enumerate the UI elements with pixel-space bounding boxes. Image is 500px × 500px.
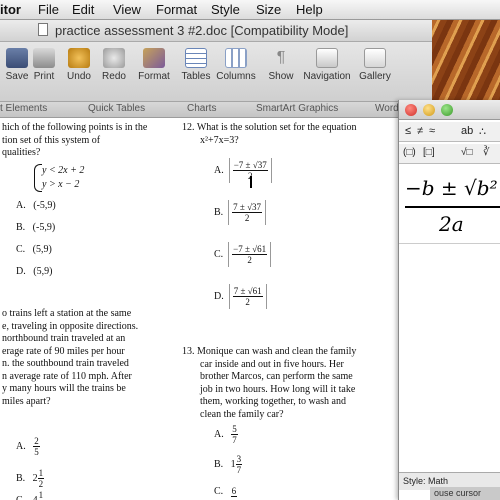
columns-icon <box>225 48 247 68</box>
elements-ribbon: t Elements Quick Tables Charts SmartArt … <box>0 102 432 118</box>
fraction-bar <box>405 206 500 208</box>
system-brace <box>34 164 42 192</box>
window-titlebar: practice assessment 3 #2.doc [Compatibil… <box>0 20 432 42</box>
tab-quick-tables[interactable]: Quick Tables <box>88 103 145 114</box>
choice-c[interactable]: C. 412 <box>16 490 44 500</box>
document-icon <box>38 23 48 36</box>
cursor-tooltip: ouse cursor <box>430 487 500 500</box>
format-button[interactable]: Format <box>136 48 172 82</box>
menu-size[interactable]: Size <box>256 2 281 17</box>
text-cursor <box>250 176 252 188</box>
question-12-stem: 12. What is the solution set for the equ… <box>182 122 357 146</box>
cbrt-template[interactable]: ∛ <box>483 147 489 158</box>
equation-edit-area[interactable]: −b ± √b² − 2a <box>399 170 500 244</box>
choice-a[interactable]: A. −7 ± √372 <box>214 158 272 183</box>
parens-template[interactable]: (□) <box>403 147 416 158</box>
template-palette-row: (□) [□] √□ ∛ <box>399 144 500 164</box>
redo-icon <box>103 48 125 68</box>
zoom-button[interactable] <box>441 104 453 116</box>
menu-help[interactable]: Help <box>296 2 323 17</box>
gallery-button[interactable]: Gallery <box>356 48 394 82</box>
format-painter-icon <box>143 48 165 68</box>
symbol-palette-row: ≤ ≠ ≈ ab ∴ <box>399 122 500 142</box>
menu-view[interactable]: View <box>113 2 141 17</box>
navigation-icon <box>316 48 338 68</box>
question-stem: hich of the following points is in the t… <box>2 122 148 158</box>
inequality-1: y < 2x + 2 <box>42 165 85 176</box>
choice-b[interactable]: B. 212 <box>16 468 45 489</box>
equation-numerator: −b ± √b² − <box>405 176 500 200</box>
equation-editor-window: ≤ ≠ ≈ ab ∴ (□) [□] √□ ∛ −b ± √b² − 2a St… <box>398 100 500 500</box>
choice-c[interactable]: C. −7 ± √61 2 <box>214 242 272 267</box>
menu-edit[interactable]: Edit <box>72 2 94 17</box>
columns-button[interactable]: Columns <box>214 48 258 82</box>
choice-b[interactable]: B. (-5,9) <box>16 222 55 235</box>
save-icon <box>6 48 28 68</box>
inequality-2: y > x − 2 <box>42 179 80 190</box>
close-button[interactable] <box>405 104 417 116</box>
standard-toolbar: Save Print Undo Redo Format Tables Colum… <box>0 42 432 102</box>
table-icon <box>185 48 207 68</box>
print-icon <box>33 48 55 68</box>
document-window: practice assessment 3 #2.doc [Compatibil… <box>0 20 432 500</box>
approx-symbol[interactable]: ≈ <box>429 125 435 137</box>
desktop-wallpaper <box>425 20 500 100</box>
neq-symbol[interactable]: ≠ <box>417 125 423 137</box>
navigation-button[interactable]: Navigation <box>300 48 354 82</box>
palette-titlebar <box>399 100 500 120</box>
menu-style[interactable]: Style <box>211 2 240 17</box>
menu-format[interactable]: Format <box>156 2 197 17</box>
equation-denominator: 2a <box>439 212 464 236</box>
document-title: practice assessment 3 #2.doc [Compatibil… <box>55 23 349 38</box>
style-status: Style: Math <box>403 476 449 486</box>
menu-file[interactable]: File <box>38 2 59 17</box>
menu-bar: itor File Edit View Format Style Size He… <box>0 0 500 20</box>
save-button[interactable]: Save <box>4 48 30 82</box>
tables-button[interactable]: Tables <box>180 48 212 82</box>
choice-d[interactable]: D. (5,9) <box>16 266 52 279</box>
document-page[interactable]: hich of the following points is in the t… <box>0 118 432 500</box>
pilcrow-icon: ¶ <box>276 49 286 66</box>
undo-icon <box>68 48 90 68</box>
brackets-template[interactable]: [□] <box>423 147 435 158</box>
gallery-icon <box>364 48 386 68</box>
undo-button[interactable]: Undo <box>64 48 94 82</box>
choice-c[interactable]: C. 6 <box>214 486 238 499</box>
choice-a[interactable]: A. (-5,9) <box>16 200 56 213</box>
tab-elements[interactable]: t Elements <box>0 103 47 114</box>
redo-button[interactable]: Redo <box>100 48 128 82</box>
tab-charts[interactable]: Charts <box>187 103 216 114</box>
choice-b[interactable]: B. 137 <box>214 454 243 475</box>
therefore-symbol[interactable]: ∴ <box>479 125 486 138</box>
minimize-button[interactable] <box>423 104 435 116</box>
choice-d[interactable]: D. 7 ± √61 2 <box>214 284 267 309</box>
sqrt-template[interactable]: √□ <box>461 147 473 158</box>
leq-symbol[interactable]: ≤ <box>405 125 411 137</box>
choice-b[interactable]: B. 7 ± √37 2 <box>214 200 267 225</box>
question-stem: o trains left a station at the same e, t… <box>2 308 139 407</box>
question-13-stem: 13. Monique can wash and clean the famil… <box>182 346 357 420</box>
choice-c[interactable]: C. (5,9) <box>16 244 52 257</box>
tab-smartart[interactable]: SmartArt Graphics <box>256 103 338 114</box>
choice-a[interactable]: A. 25 <box>16 436 40 457</box>
show-button[interactable]: ¶ Show <box>266 48 296 82</box>
choice-a[interactable]: A. 57 <box>214 424 238 445</box>
app-menu[interactable]: itor <box>0 2 21 17</box>
print-button[interactable]: Print <box>30 48 58 82</box>
ab-symbol[interactable]: ab <box>461 125 473 137</box>
